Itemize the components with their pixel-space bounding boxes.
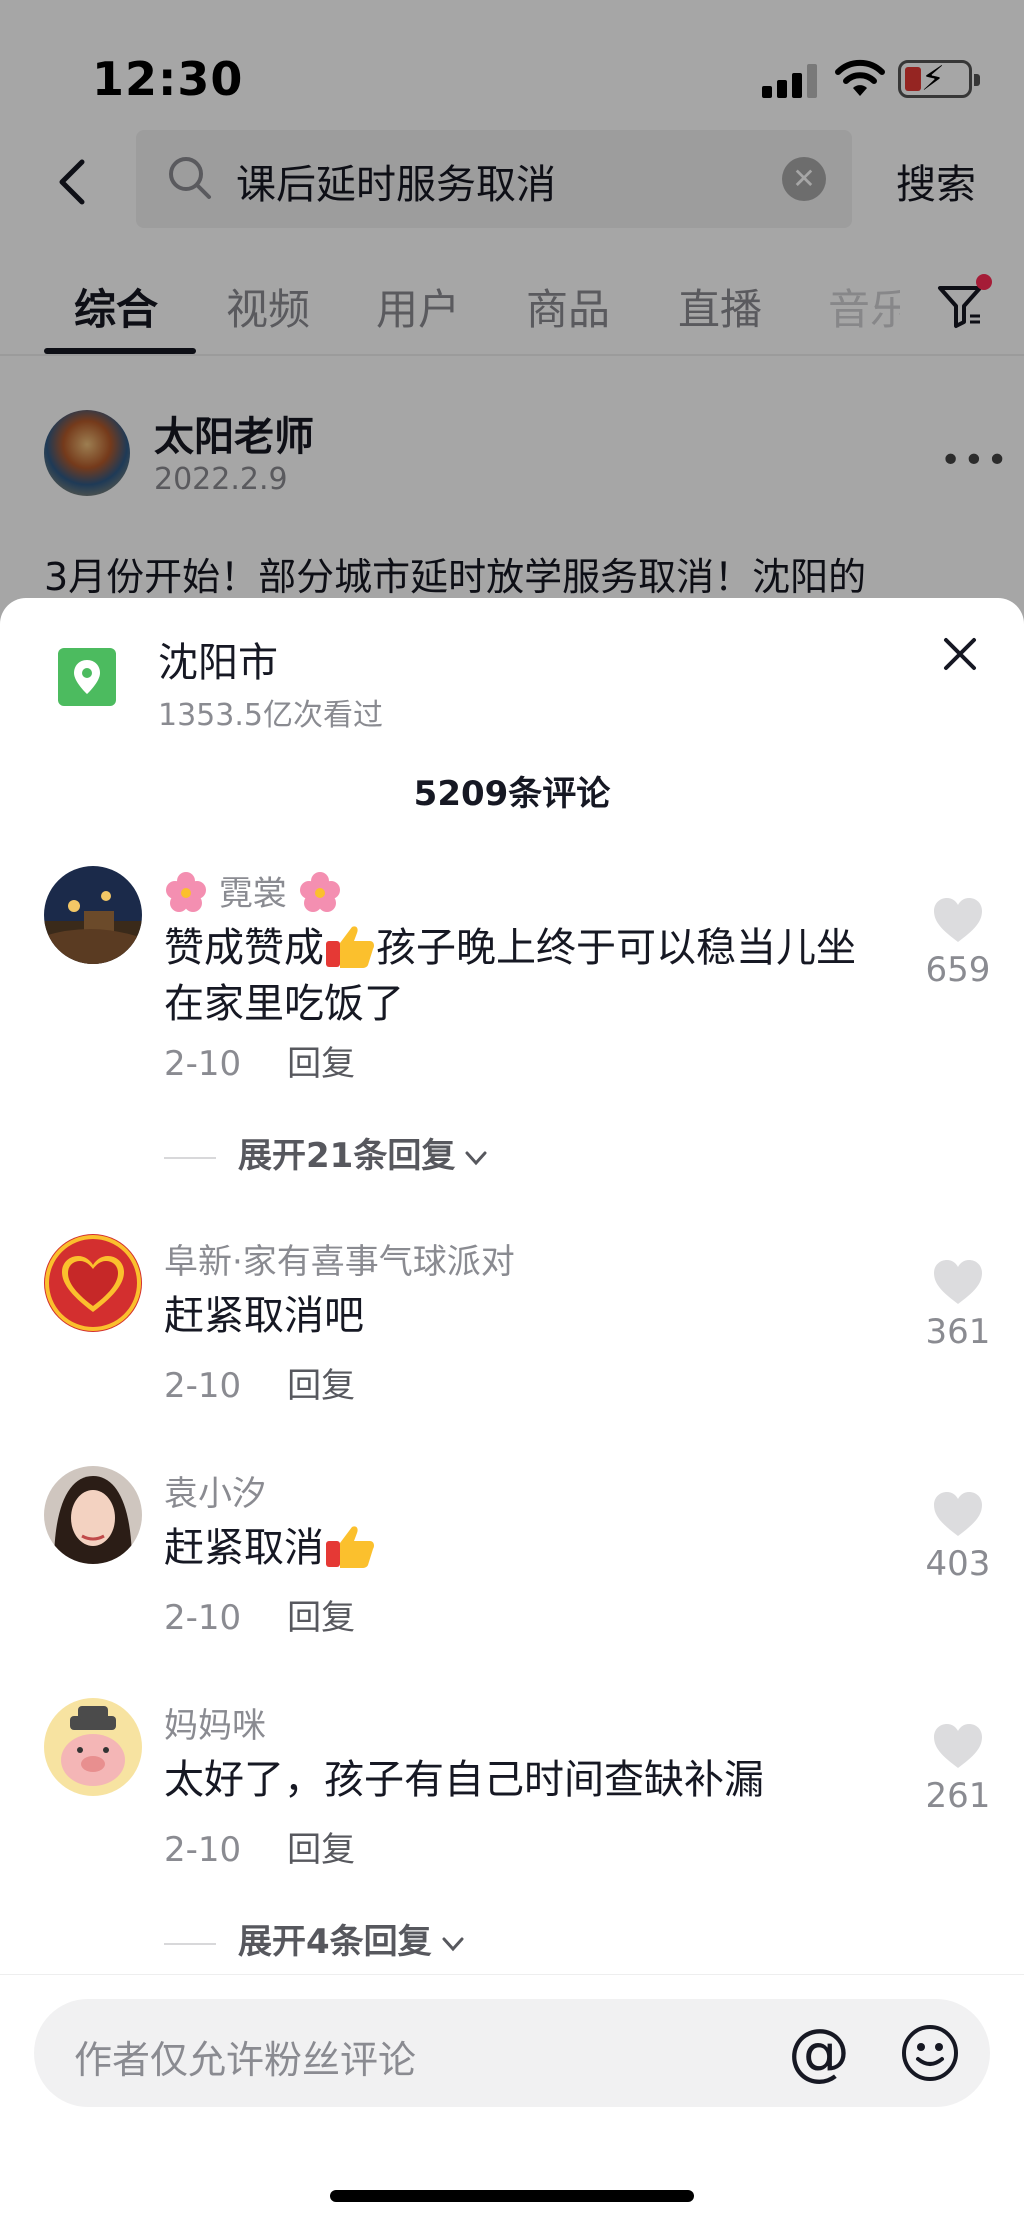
heart-icon bbox=[934, 1724, 982, 1768]
expand-replies-button[interactable]: 展开4条回复 bbox=[164, 1914, 468, 1963]
reply-button[interactable]: 回复 bbox=[287, 1044, 355, 1084]
reply-button[interactable]: 回复 bbox=[287, 1830, 355, 1870]
commenter-name-text: 霓裳 bbox=[218, 874, 287, 914]
comment-text: 赞成赞成 孩子晚上终于可以稳当儿坐在家里吃饭了 bbox=[164, 925, 856, 1027]
home-indicator[interactable] bbox=[330, 2190, 694, 2202]
like-button[interactable]: 261 bbox=[920, 1722, 996, 1816]
close-icon[interactable] bbox=[940, 634, 980, 674]
avatar[interactable] bbox=[44, 1698, 142, 1796]
like-button[interactable]: 361 bbox=[920, 1258, 996, 1352]
commenter-name[interactable]: 阜新·家有喜事气球派对 bbox=[164, 1234, 515, 1283]
mention-button[interactable]: @ bbox=[788, 2015, 850, 2088]
comment-meta: 2-10 回复 bbox=[164, 1822, 355, 1871]
comment-input-bar: 作者仅允许粉丝评论 @ bbox=[0, 1974, 1024, 2217]
location-name[interactable]: 沈阳市 bbox=[158, 630, 278, 688]
location-views: 1353.5亿次看过 bbox=[158, 698, 383, 733]
thumbs-up-icon bbox=[326, 1526, 374, 1568]
like-button[interactable]: 403 bbox=[920, 1490, 996, 1584]
heart-icon bbox=[934, 1492, 982, 1536]
commenter-name[interactable]: 妈妈咪 bbox=[164, 1698, 266, 1747]
location-pin-icon bbox=[58, 648, 116, 706]
cherry-blossom-icon bbox=[166, 872, 206, 912]
comment-meta: 2-10 回复 bbox=[164, 1590, 355, 1639]
avatar[interactable] bbox=[44, 1234, 142, 1332]
reply-button[interactable]: 回复 bbox=[287, 1366, 355, 1406]
comment-text: 太好了，孩子有自己时间查缺补漏 bbox=[164, 1757, 764, 1803]
thumbs-up-icon bbox=[326, 926, 374, 968]
expand-replies-button[interactable]: 展开21条回复 bbox=[164, 1128, 491, 1177]
comment-text: 赶紧取消 bbox=[164, 1520, 864, 1576]
comment-input[interactable]: 作者仅允许粉丝评论 @ bbox=[34, 1999, 990, 2107]
like-button[interactable]: 659 bbox=[920, 896, 996, 990]
comment-date: 2-10 bbox=[164, 1830, 242, 1870]
comment-meta: 2-10 回复 bbox=[164, 1036, 355, 1085]
reply-button[interactable]: 回复 bbox=[287, 1598, 355, 1638]
cherry-blossom-icon bbox=[299, 872, 340, 912]
comment-date: 2-10 bbox=[164, 1598, 242, 1638]
like-count: 403 bbox=[925, 1544, 991, 1584]
avatar[interactable] bbox=[44, 1466, 142, 1564]
like-count: 361 bbox=[925, 1312, 991, 1352]
heart-icon bbox=[934, 898, 982, 942]
comment-date: 2-10 bbox=[164, 1366, 242, 1406]
like-count: 261 bbox=[925, 1776, 991, 1816]
comment-count: 5209条评论 bbox=[413, 774, 611, 814]
comment-date: 2-10 bbox=[164, 1044, 242, 1084]
chevron-down-icon bbox=[465, 1151, 487, 1165]
like-count: 659 bbox=[925, 950, 991, 990]
emoji-icon[interactable] bbox=[900, 2023, 960, 2083]
comment-meta: 2-10 回复 bbox=[164, 1358, 355, 1407]
heart-icon bbox=[934, 1260, 982, 1304]
comment-input-placeholder: 作者仅允许粉丝评论 bbox=[74, 2038, 417, 2082]
commenter-name[interactable]: 袁小汐 bbox=[164, 1466, 266, 1515]
chevron-down-icon bbox=[442, 1937, 464, 1951]
comment-sheet: 沈阳市 1353.5亿次看过 5209条评论 霓裳 赞成赞成 孩子晚上终于可以稳… bbox=[0, 598, 1024, 2217]
comment-text: 赶紧取消吧 bbox=[164, 1293, 364, 1339]
avatar[interactable] bbox=[44, 866, 142, 964]
commenter-name[interactable]: 霓裳 bbox=[164, 866, 342, 915]
